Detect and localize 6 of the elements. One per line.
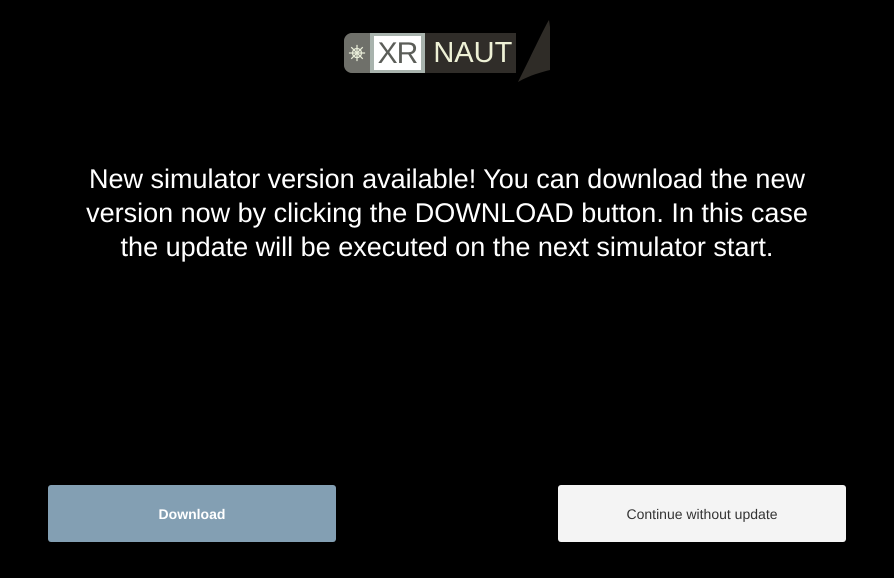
logo-name: NAUT [432, 36, 514, 70]
continue-button[interactable]: Continue without update [558, 485, 846, 542]
sail-icon [516, 20, 550, 82]
update-message: New simulator version available! You can download the new version now by clicking the DOWNLOAD button. In this case the update will be executed on the next simulator start. [85, 163, 809, 264]
ship-wheel-icon [344, 33, 370, 73]
logo-prefix: XR [370, 33, 426, 73]
